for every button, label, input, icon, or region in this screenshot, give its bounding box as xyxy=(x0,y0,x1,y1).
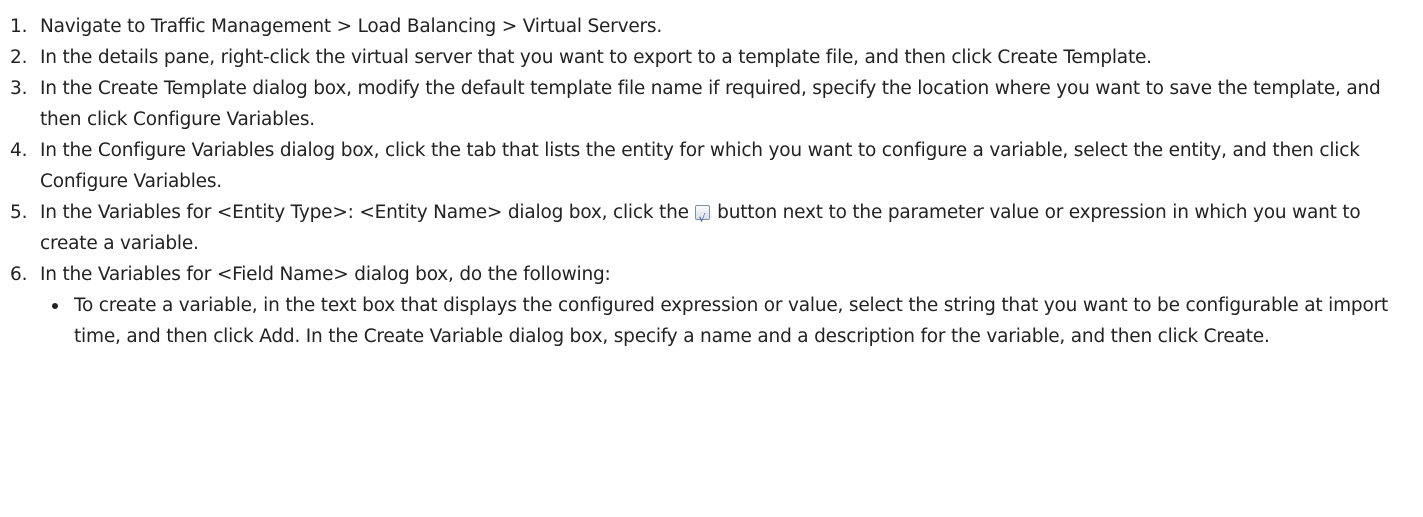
step-text: In the Variables for <Field Name> dialog… xyxy=(40,264,611,285)
step-text: In the details pane, right-click the vir… xyxy=(40,47,1152,68)
step-text: Navigate to Traffic Management > Load Ba… xyxy=(40,16,663,37)
sub-steps-list: To create a variable, in the text box th… xyxy=(40,290,1415,352)
step-3: 3. In the Create Template dialog box, mo… xyxy=(0,73,1423,135)
document-page: 1. Navigate to Traffic Management > Load… xyxy=(0,0,1423,517)
step-2: 2. In the details pane, right-click the … xyxy=(0,42,1423,73)
step-4: 4. In the Configure Variables dialog box… xyxy=(0,135,1423,197)
step-1: 1. Navigate to Traffic Management > Load… xyxy=(0,11,1423,42)
step-text-before: In the Variables for <Entity Type>: <Ent… xyxy=(40,202,689,223)
step-number: 4. xyxy=(10,140,28,161)
step-5: 5. In the Variables for <Entity Type>: <… xyxy=(0,197,1423,259)
step-number: 3. xyxy=(10,78,28,99)
sub-step: To create a variable, in the text box th… xyxy=(40,290,1415,352)
step-number: 6. xyxy=(10,264,28,285)
bullet-icon xyxy=(52,303,58,309)
steps-list: 1. Navigate to Traffic Management > Load… xyxy=(0,11,1423,352)
sub-step-text: To create a variable, in the text box th… xyxy=(74,295,1389,347)
step-text: In the Configure Variables dialog box, c… xyxy=(40,140,1360,192)
step-text: In the Create Template dialog box, modif… xyxy=(40,78,1381,130)
step-number: 5. xyxy=(10,202,28,223)
formula-button-icon xyxy=(695,203,711,234)
step-number: 2. xyxy=(10,47,28,68)
step-number: 1. xyxy=(10,16,28,37)
step-6: 6. In the Variables for <Field Name> dia… xyxy=(0,259,1423,352)
